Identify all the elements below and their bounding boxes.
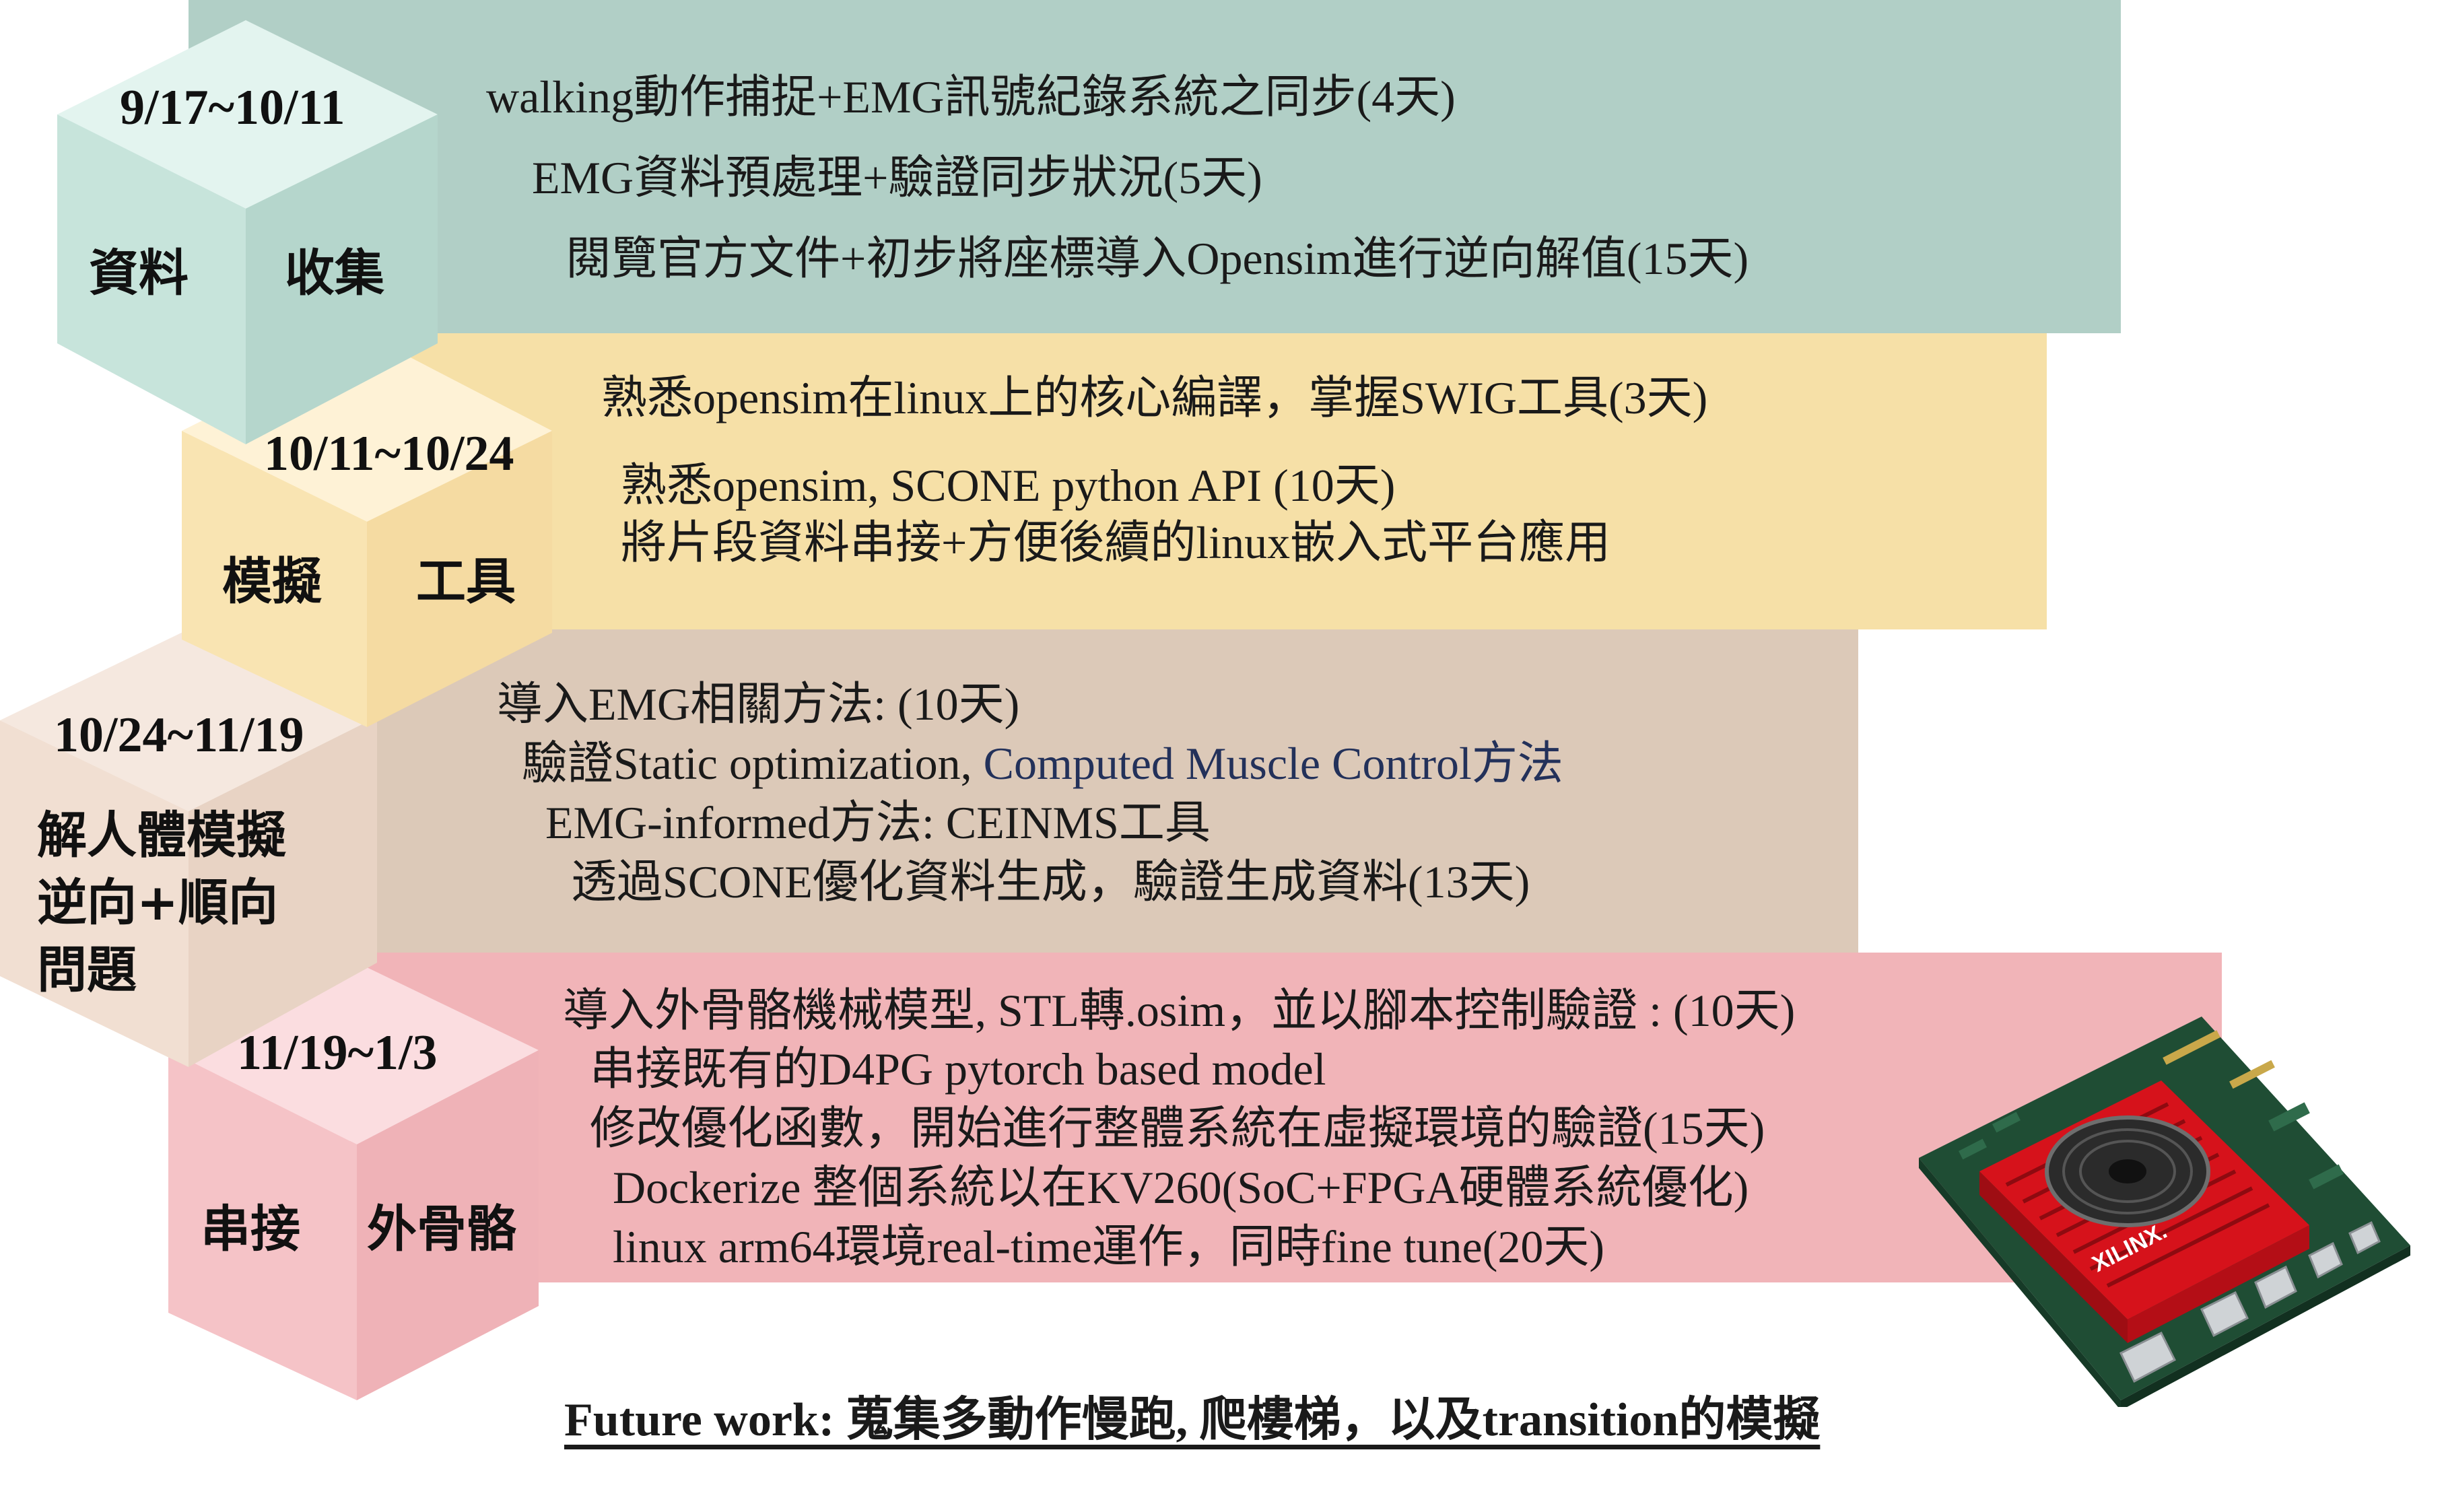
phase3-task-2: 驗證Static optimization, Computed Muscle C… xyxy=(522,726,1563,792)
phase1-date: 9/17~10/11 xyxy=(120,80,345,135)
phase2-date: 10/11~10/24 xyxy=(264,426,514,481)
phase3-task-1: 導入EMG相關方法: (10天) xyxy=(497,679,1020,730)
phase3-task-4: 透過SCONE優化資料生成，驗證生成資料(13天) xyxy=(571,856,1530,907)
phase1-label-left: 資料 xyxy=(89,244,189,302)
phase2-label-left: 模擬 xyxy=(222,553,322,611)
phase3-task-3: EMG-informed方法: CEINMS工具 xyxy=(545,797,1211,848)
phase3-label-line-2: 逆向+順向 xyxy=(37,874,279,932)
phase1-label-right: 收集 xyxy=(285,244,384,302)
phase1-task-3: 閱覽官方文件+初步將座標導入Opensim進行逆向解值(15天) xyxy=(566,233,1749,284)
phase3-label-line-1: 解人體模擬 xyxy=(37,806,286,864)
phase4-label-left: 串接 xyxy=(201,1200,300,1258)
phase4-task-2: 串接既有的D4PG pytorch based model xyxy=(590,1043,1326,1095)
phase2-label-right: 工具 xyxy=(416,553,516,611)
phase2-task-3: 將片段資料串接+方便後續的linux嵌入式平台應用 xyxy=(621,517,1611,568)
phase3-label-line-3: 問題 xyxy=(37,941,137,999)
phase4-task-1: 導入外骨骼機械模型, STL轉.osim，並以腳本控制驗證 : (10天) xyxy=(563,985,1796,1036)
phase1-task-2: EMG資料預處理+驗證同步狀況(5天) xyxy=(532,152,1262,203)
future-work-note: Future work: 蒐集多動作慢跑, 爬樓梯，以及transition的模… xyxy=(564,1394,1821,1446)
phase4-label-right: 外骨骼 xyxy=(367,1200,516,1258)
phase2-task-1: 熟悉opensim在linux上的核心編譯，掌握SWIG工具(3天) xyxy=(601,372,1708,423)
phase4-date: 11/19~1/3 xyxy=(237,1025,438,1080)
phase4-task-5: linux arm64環境real-time運作，同時fine tune(20天… xyxy=(613,1221,1604,1272)
fpga-board-icon: XILINX. xyxy=(1919,1017,2410,1407)
phase1-task-1: walking動作捕捉+EMG訊號紀錄系統之同步(4天) xyxy=(486,71,1456,123)
phase4-task-3: 修改優化函數，開始進行整體系統在虛擬環境的驗證(15天) xyxy=(590,1103,1765,1154)
phase3-date: 10/24~11/19 xyxy=(54,708,304,763)
phase3-task-2-text: 驗證Static optimization, xyxy=(522,738,984,789)
phase3-task-2-highlight: Computed Muscle Control方法 xyxy=(983,738,1563,789)
phase4-task-4: Dockerize 整個系統以在KV260(SoC+FPGA硬體系統優化) xyxy=(613,1162,1749,1213)
